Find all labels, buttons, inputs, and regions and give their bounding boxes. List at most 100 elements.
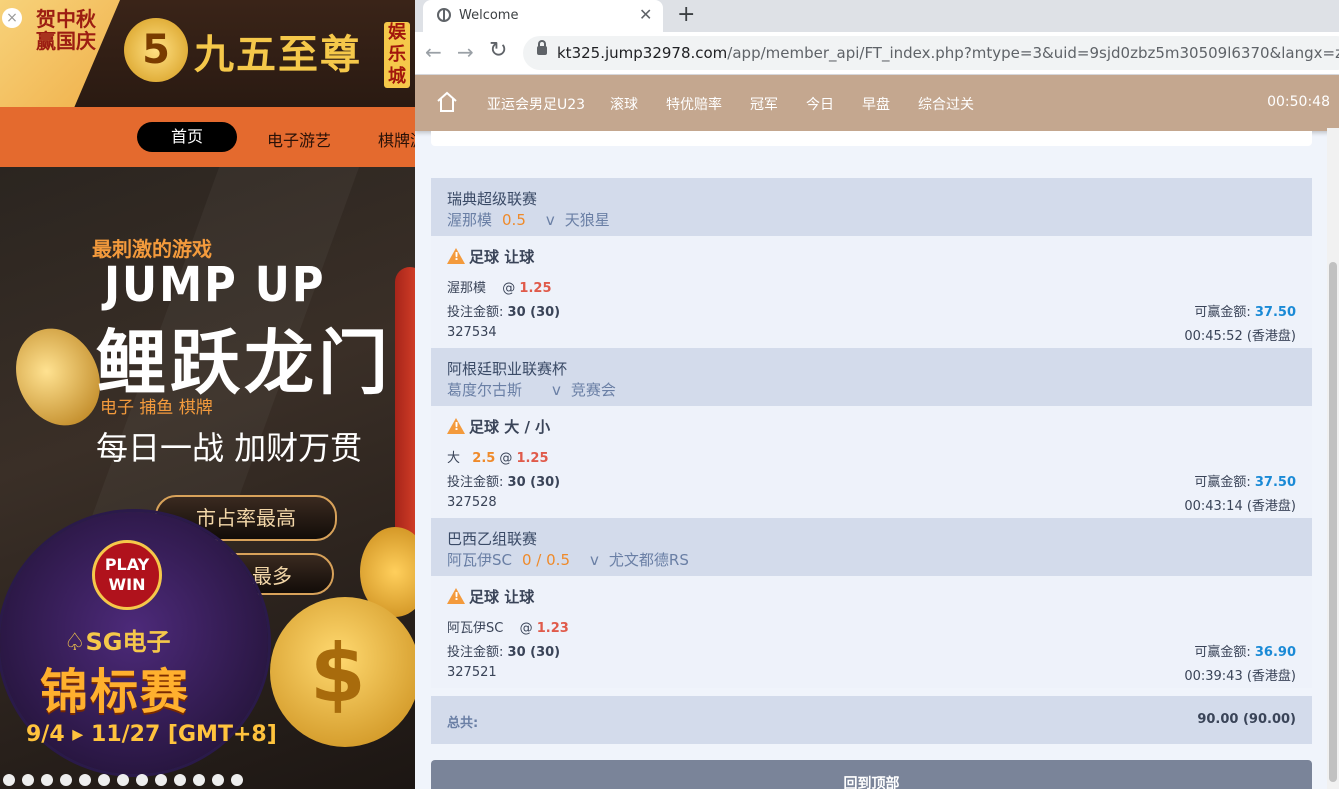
total-row: 总共: 90.00 (90.00) (431, 696, 1312, 744)
background-casino-site: 贺中秋赢国庆 × 5 九五至尊 娱乐城 首页 电子游艺 棋牌游 最刺激的游戏 J… (0, 0, 415, 789)
carousel-dot[interactable] (136, 774, 148, 786)
match-teams: 葛度尔古斯 v 竞赛会 (447, 379, 616, 400)
reload-button[interactable]: ↻ (489, 38, 507, 63)
carousel-dot[interactable] (22, 774, 34, 786)
ticket-id: 327521 (447, 665, 497, 680)
casino-header: 贺中秋赢国庆 × 5 九五至尊 娱乐城 (0, 0, 415, 107)
new-tab-button[interactable]: + (677, 2, 695, 27)
at-sign: @ (502, 281, 516, 296)
carousel-dot[interactable] (155, 774, 167, 786)
clock-time: 00:50:48 (1267, 94, 1330, 110)
stake-value: 30 (30) (507, 305, 561, 320)
carousel-dot[interactable] (117, 774, 129, 786)
back-button[interactable]: ← (425, 40, 442, 64)
bet-selection: 大 2.5 @ 1.25 (447, 447, 549, 466)
close-icon[interactable]: × (2, 8, 22, 28)
league-name: 瑞典超级联赛 (447, 190, 538, 208)
url-path: /app/member_api/FT_index.php?mtype=3&uid… (727, 44, 1339, 62)
total-label: 总共: (447, 716, 479, 731)
warning-icon (447, 588, 465, 604)
carousel-dot[interactable] (3, 774, 15, 786)
bet-card: 瑞典超级联赛 渥那模 0.5 v 天狼星 足球 让球 渥那模 @ 1.25 投注金额:… (431, 178, 1312, 348)
warning-icon (447, 248, 465, 264)
nav-item-asian-games[interactable]: 亚运会男足U23 (487, 94, 585, 114)
play-win-badge: PLAY WIN (92, 540, 162, 610)
banner-categories: 电子 捕鱼 棋牌 (100, 398, 213, 418)
vs-label: v (552, 381, 561, 399)
nav-item-live[interactable]: 滚球 (610, 94, 638, 114)
selection-name: 阿瓦伊SC (447, 621, 504, 636)
win-label: 可赢金额: (1194, 645, 1251, 660)
bet-detail: 足球 大 / 小 大 2.5@ 1.25 投注金额: 30 (30) 可赢金额:… (431, 406, 1312, 518)
carousel-dot[interactable] (41, 774, 53, 786)
nav-item-champion[interactable]: 冠军 (750, 94, 778, 114)
bet-type: 足球 让球 (447, 246, 534, 267)
scrollbar-thumb[interactable] (1329, 262, 1337, 782)
win-label: 可赢金额: (1194, 475, 1251, 490)
selection-line: 2.5 (472, 451, 496, 466)
nav-item-parlay[interactable]: 综合过关 (918, 94, 974, 114)
bet-time: 00:45:52 (香港盘) (1184, 329, 1296, 344)
globe-icon (437, 8, 451, 22)
bet-card: 巴西乙组联赛 阿瓦伊SC 0 / 0.5 v 尤文都德RS 足球 让球 阿瓦伊SC @… (431, 518, 1312, 688)
league-name: 巴西乙组联赛 (447, 530, 538, 548)
nav-item-special-odds[interactable]: 特优赔率 (666, 94, 722, 114)
url-input[interactable]: kt325.jump32978.com/app/member_api/FT_in… (523, 36, 1339, 70)
scrollbar[interactable] (1327, 128, 1339, 789)
close-tab-icon[interactable]: ✕ (639, 5, 652, 24)
banner-jump-title: JUMP UP (104, 257, 326, 313)
bet-detail: 足球 让球 阿瓦伊SC @ 1.23 投注金额: 30 (30) 可赢金额: 3… (431, 576, 1312, 688)
stake-label: 投注金额: (447, 645, 504, 660)
at-sign: @ (519, 621, 533, 636)
carousel-dot[interactable] (212, 774, 224, 786)
carousel-dot[interactable] (79, 774, 91, 786)
carousel-dot[interactable] (231, 774, 243, 786)
back-to-top-button[interactable]: 回到顶部 (431, 760, 1312, 789)
ticket-id: 327534 (447, 325, 497, 340)
total-value: 90.00 (90.00) (1197, 712, 1296, 727)
home-team: 葛度尔古斯 (447, 381, 523, 399)
bet-type-label: 足球 大 / 小 (469, 418, 551, 436)
stake-label: 投注金额: (447, 305, 504, 320)
bet-type-label: 足球 让球 (469, 588, 535, 606)
browser-tab[interactable]: Welcome ✕ (423, 0, 663, 32)
koi-fish-icon (395, 267, 415, 567)
gold-coin-icon: $ (270, 597, 415, 747)
url-text: kt325.jump32978.com/app/member_api/FT_in… (557, 44, 1339, 62)
nav-item-early[interactable]: 早盘 (862, 94, 890, 114)
away-team: 竞赛会 (570, 381, 616, 399)
lock-icon[interactable] (537, 40, 547, 55)
handicap-line: 0.5 (502, 211, 526, 229)
bet-type-label: 足球 让球 (469, 248, 535, 266)
stake-amount: 投注金额: 30 (30) (447, 471, 560, 490)
forward-button[interactable]: → (457, 40, 474, 64)
tab-bar: Welcome ✕ + (415, 0, 1339, 32)
casino-logo-icon: 5 (124, 18, 188, 82)
league-name: 阿根廷职业联赛杯 (447, 360, 568, 378)
win-value: 37.50 (1254, 475, 1296, 490)
home-icon[interactable] (435, 90, 459, 114)
carousel-dot[interactable] (98, 774, 110, 786)
casino-nav-games[interactable]: 电子游艺 (267, 127, 331, 151)
stake-value: 30 (30) (507, 645, 561, 660)
carousel-dots (0, 770, 415, 789)
banner-slogan: 每日一战 加财万贯 (96, 429, 363, 467)
vs-label: v (545, 211, 555, 229)
match-teams: 渥那模 0.5 v 天狼星 (447, 209, 610, 230)
stake-amount: 投注金额: 30 (30) (447, 641, 560, 660)
selection-odds: 1.25 (516, 451, 549, 466)
carousel-dot[interactable] (60, 774, 72, 786)
carousel-dot[interactable] (174, 774, 186, 786)
win-value: 37.50 (1254, 305, 1296, 320)
casino-nav-home[interactable]: 首页 (137, 122, 237, 152)
carousel-dot[interactable] (193, 774, 205, 786)
promo-date: 9/4 ▸ 11/27 [GMT+8] (26, 722, 277, 747)
win-value: 36.90 (1254, 645, 1296, 660)
bet-detail: 足球 让球 渥那模 @ 1.25 投注金额: 30 (30) 可赢金额: 37.… (431, 236, 1312, 348)
bet-list: 瑞典超级联赛 渥那模 0.5 v 天狼星 足球 让球 渥那模 @ 1.25 投注金额:… (415, 131, 1339, 789)
nav-item-today[interactable]: 今日 (806, 94, 834, 114)
selection-name: 大 (447, 451, 461, 466)
casino-nav-chess[interactable]: 棋牌游 (378, 127, 415, 151)
bet-type: 足球 让球 (447, 586, 534, 607)
bet-time: 00:43:14 (香港盘) (1184, 499, 1296, 514)
